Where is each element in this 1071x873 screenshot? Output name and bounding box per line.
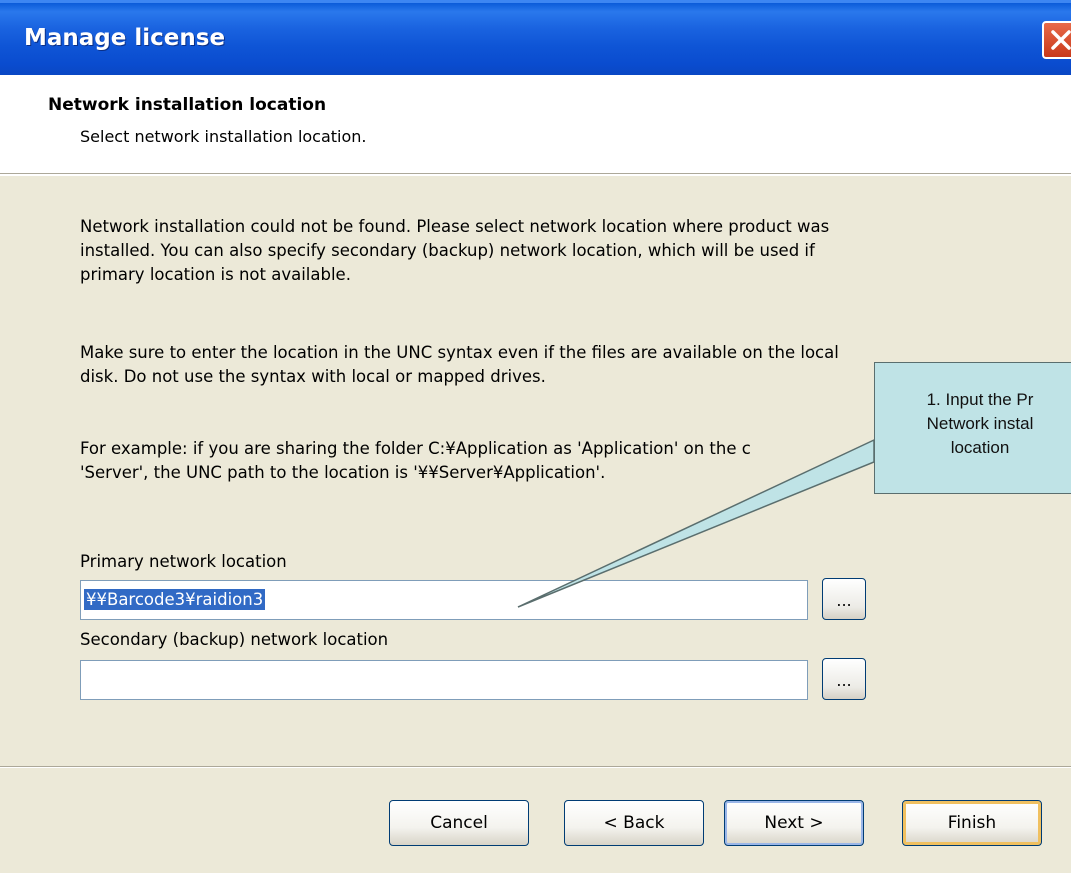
secondary-browse-button[interactable]: ... bbox=[822, 658, 866, 700]
annotation-callout: 1. Input the Pr Network instal location bbox=[874, 362, 1071, 494]
finish-button[interactable]: Finish bbox=[902, 800, 1042, 846]
page-heading: Network installation location bbox=[48, 95, 327, 115]
primary-location-value: ¥¥Barcode3¥raidion3 bbox=[84, 589, 266, 610]
primary-browse-button[interactable]: ... bbox=[822, 578, 866, 620]
title-bar: Manage license bbox=[0, 0, 1071, 75]
window-title: Manage license bbox=[24, 25, 226, 51]
unc-note-line: Make sure to enter the location in the U… bbox=[80, 343, 839, 362]
cancel-button[interactable]: Cancel bbox=[389, 800, 529, 846]
secondary-location-label: Secondary (backup) network location bbox=[80, 630, 389, 649]
page-subheading: Select network installation location. bbox=[80, 127, 367, 146]
unc-note-line: disk. Do not use the syntax with local o… bbox=[80, 367, 546, 386]
example-line: 'Server', the UNC path to the location i… bbox=[80, 463, 606, 482]
footer-divider bbox=[0, 766, 1071, 768]
callout-line: 1. Input the Pr bbox=[926, 390, 1034, 409]
close-button[interactable] bbox=[1042, 21, 1071, 59]
instructions-line: Network installation could not be found.… bbox=[80, 217, 830, 236]
manage-license-dialog: Manage license Network installation loca… bbox=[0, 0, 1071, 873]
callout-line: Network instal bbox=[926, 414, 1034, 433]
primary-location-label: Primary network location bbox=[80, 552, 287, 571]
back-button[interactable]: < Back bbox=[564, 800, 704, 846]
instructions-line: installed. You can also specify secondar… bbox=[80, 241, 815, 260]
primary-location-input[interactable]: ¥¥Barcode3¥raidion3 bbox=[80, 580, 808, 620]
example-line: For example: if you are sharing the fold… bbox=[80, 439, 751, 458]
wizard-header: Network installation location Select net… bbox=[0, 75, 1071, 176]
secondary-location-field[interactable] bbox=[81, 661, 807, 699]
secondary-location-input[interactable] bbox=[80, 660, 808, 700]
callout-line: location bbox=[950, 438, 1010, 457]
next-button[interactable]: Next > bbox=[724, 800, 864, 846]
close-icon bbox=[1051, 30, 1071, 50]
instructions-line: primary location is not available. bbox=[80, 265, 351, 284]
